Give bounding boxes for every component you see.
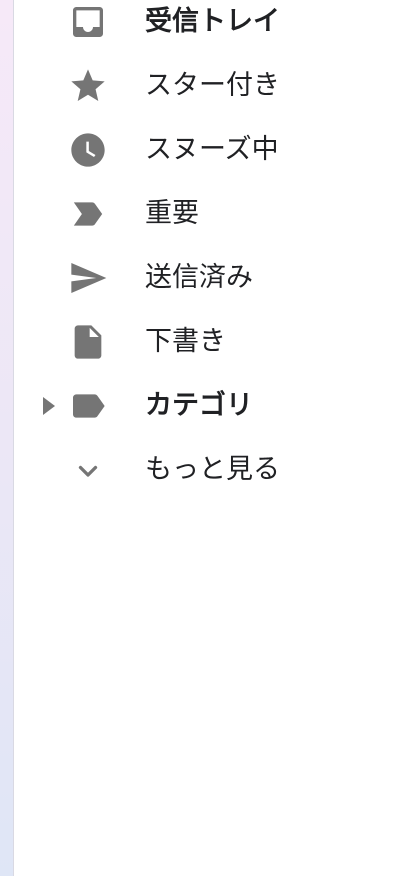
- star-icon: [68, 66, 108, 106]
- sidebar-item-drafts[interactable]: 下書き: [15, 310, 406, 370]
- sidebar-item-label: カテゴリ: [145, 390, 253, 421]
- sidebar-item-label: スヌーズ中: [145, 134, 279, 165]
- sidebar-item-sent[interactable]: 送信済み: [15, 246, 406, 306]
- sidebar-item-label: 重要: [145, 198, 199, 229]
- sidebar-item-inbox[interactable]: 受信トレイ: [15, 0, 406, 50]
- sidebar-item-more[interactable]: もっと見る: [15, 438, 406, 498]
- sidebar-item-label: 送信済み: [145, 262, 253, 293]
- sidebar-item-snoozed[interactable]: スヌーズ中: [15, 118, 406, 178]
- sidebar-item-starred[interactable]: スター付き: [15, 54, 406, 114]
- sidebar-item-label: スター付き: [145, 70, 280, 101]
- sidebar-item-label: もっと見る: [145, 454, 280, 485]
- inbox-icon: [68, 2, 108, 42]
- chevron-down-icon: [68, 450, 108, 490]
- left-rail: [0, 0, 14, 876]
- sidebar-item-important[interactable]: 重要: [15, 182, 406, 242]
- label-important-icon: [68, 194, 108, 234]
- sidebar-item-categories[interactable]: カテゴリ: [15, 374, 406, 434]
- send-icon: [68, 258, 108, 298]
- clock-icon: [68, 130, 108, 170]
- sidebar-item-label: 下書き: [145, 326, 226, 357]
- caret-right-icon[interactable]: [41, 396, 57, 416]
- file-icon: [68, 322, 108, 362]
- sidebar-item-label: 受信トレイ: [145, 6, 280, 37]
- label-icon: [68, 386, 108, 426]
